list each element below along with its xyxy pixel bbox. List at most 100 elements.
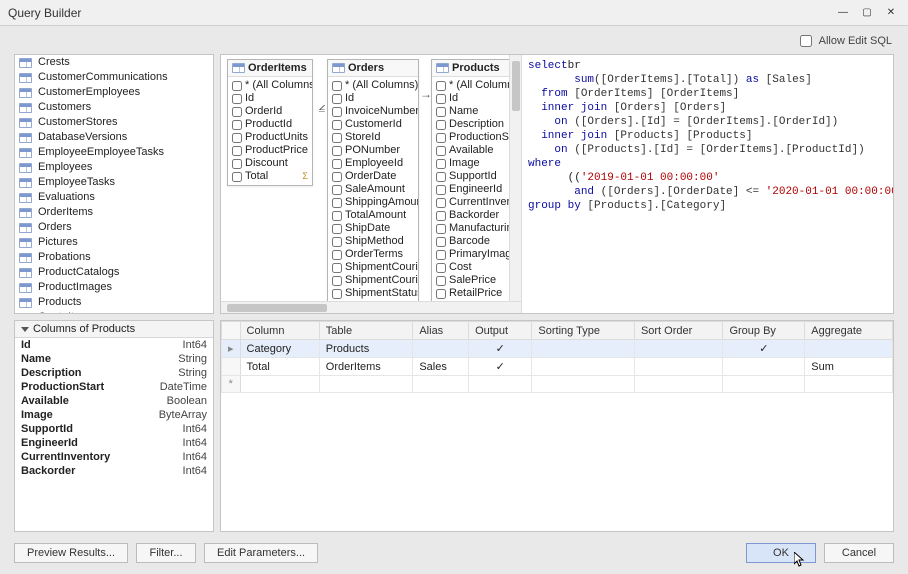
field-checkbox[interactable] (332, 276, 342, 286)
table-item[interactable]: Employees (15, 160, 213, 175)
field-row[interactable]: * (All Columns) (328, 79, 418, 92)
field-checkbox[interactable] (436, 94, 446, 104)
table-item[interactable]: Pictures (15, 235, 213, 250)
field-row[interactable]: Id (328, 92, 418, 105)
field-checkbox[interactable] (332, 107, 342, 117)
table-item[interactable]: DatabaseVersions (15, 130, 213, 145)
cell-group-by[interactable] (723, 358, 805, 376)
field-checkbox[interactable] (232, 94, 242, 104)
field-row[interactable]: InvoiceNumber (328, 105, 418, 118)
table-item[interactable]: Orders (15, 220, 213, 235)
field-checkbox[interactable] (232, 133, 242, 143)
cell-sorting-type[interactable] (532, 340, 635, 358)
field-checkbox[interactable] (436, 250, 446, 260)
field-checkbox[interactable] (232, 120, 242, 130)
cell-output[interactable]: ✓ (469, 358, 532, 376)
tablebox-products[interactable]: Products ▥ * (All Columns)IdNameDescript… (431, 59, 521, 305)
field-checkbox[interactable] (436, 120, 446, 130)
field-row[interactable]: Backorder (432, 209, 521, 222)
table-item[interactable]: Crests (15, 55, 213, 70)
field-row[interactable]: EmployeeId (328, 157, 418, 170)
field-checkbox[interactable] (436, 211, 446, 221)
diagram-horizontal-scrollbar[interactable] (221, 301, 521, 313)
field-row[interactable]: ProductionStart (432, 131, 521, 144)
field-row[interactable]: RetailPrice (432, 287, 521, 300)
grid-header[interactable]: Sorting Type (532, 322, 635, 340)
field-checkbox[interactable] (332, 198, 342, 208)
maximize-button[interactable]: ▢ (858, 6, 876, 20)
field-checkbox[interactable] (436, 172, 446, 182)
preview-results-button[interactable]: Preview Results... (14, 543, 128, 563)
field-row[interactable]: ShipDate (328, 222, 418, 235)
grid-header[interactable]: Aggregate (805, 322, 893, 340)
field-checkbox[interactable] (332, 120, 342, 130)
field-checkbox[interactable] (436, 289, 446, 299)
field-row[interactable]: CustomerId (328, 118, 418, 131)
minimize-button[interactable]: — (834, 6, 852, 20)
field-row[interactable]: Id (432, 92, 521, 105)
field-checkbox[interactable] (332, 172, 342, 182)
field-checkbox[interactable] (332, 263, 342, 273)
field-row[interactable]: PONumber (328, 144, 418, 157)
criteria-table[interactable]: ColumnTableAliasOutputSorting TypeSort O… (221, 321, 893, 393)
field-checkbox[interactable] (436, 276, 446, 286)
table-item[interactable]: EmployeeEmployeeTasks (15, 145, 213, 160)
field-checkbox[interactable] (232, 172, 242, 182)
cell-column[interactable]: Total (240, 358, 319, 376)
close-button[interactable]: ✕ (882, 6, 900, 20)
column-property-row[interactable]: ProductionStartDateTime (15, 380, 213, 394)
field-row[interactable]: Manufacturing (432, 222, 521, 235)
filter-button[interactable]: Filter... (136, 543, 196, 563)
field-row[interactable]: OrderTerms (328, 248, 418, 261)
field-checkbox[interactable] (436, 198, 446, 208)
cell-column[interactable]: Category (240, 340, 319, 358)
field-row[interactable]: ShipmentStatus (328, 287, 418, 300)
cell-output[interactable]: ✓ (469, 340, 532, 358)
table-item[interactable]: CustomerCommunications (15, 70, 213, 85)
field-checkbox[interactable] (332, 289, 342, 299)
column-property-row[interactable]: ImageByteArray (15, 408, 213, 422)
field-checkbox[interactable] (436, 81, 446, 91)
field-checkbox[interactable] (436, 237, 446, 247)
field-row[interactable]: ShipmentCourier (328, 261, 418, 274)
field-row[interactable]: OrderId (228, 105, 312, 118)
field-checkbox[interactable] (436, 263, 446, 273)
grid-header[interactable]: Output (469, 322, 532, 340)
column-property-row[interactable]: DescriptionString (15, 366, 213, 380)
field-checkbox[interactable] (332, 185, 342, 195)
field-row[interactable]: ProductPrice (228, 144, 312, 157)
cell-alias[interactable] (413, 340, 469, 358)
column-property-row[interactable]: SupportIdInt64 (15, 422, 213, 436)
field-checkbox[interactable] (332, 237, 342, 247)
grid-header[interactable]: Column (240, 322, 319, 340)
cell-sorting-type[interactable] (532, 358, 635, 376)
columns-panel-header[interactable]: Columns of Products (15, 321, 213, 338)
field-checkbox[interactable] (436, 159, 446, 169)
cell-table[interactable]: OrderItems (319, 358, 413, 376)
column-property-row[interactable]: BackorderInt64 (15, 464, 213, 478)
table-item[interactable]: ProductCatalogs (15, 265, 213, 280)
field-row[interactable]: SupportId (432, 170, 521, 183)
field-checkbox[interactable] (232, 107, 242, 117)
tablebox-orders[interactable]: Orders * (All Columns)IdInvoiceNumberCus… (327, 59, 419, 305)
field-row[interactable]: Barcode (432, 235, 521, 248)
table-item[interactable]: ProductImages (15, 280, 213, 295)
field-row[interactable]: Name (432, 105, 521, 118)
table-item[interactable]: Evaluations (15, 190, 213, 205)
field-row[interactable]: OrderDate (328, 170, 418, 183)
field-checkbox[interactable] (232, 146, 242, 156)
field-row[interactable]: Description (432, 118, 521, 131)
field-row[interactable]: TotalΣ (228, 170, 312, 183)
field-checkbox[interactable] (332, 146, 342, 156)
grid-header[interactable]: Table (319, 322, 413, 340)
cell-group-by[interactable]: ✓ (723, 340, 805, 358)
field-checkbox[interactable] (436, 224, 446, 234)
field-checkbox[interactable] (332, 94, 342, 104)
field-row[interactable]: PrimaryImageId (432, 248, 521, 261)
column-property-row[interactable]: AvailableBoolean (15, 394, 213, 408)
field-row[interactable]: Id (228, 92, 312, 105)
field-row[interactable]: * (All Columns) (432, 79, 521, 92)
field-row[interactable]: * (All Columns) (228, 79, 312, 92)
field-checkbox[interactable] (436, 146, 446, 156)
grid-header[interactable]: Sort Order (634, 322, 723, 340)
